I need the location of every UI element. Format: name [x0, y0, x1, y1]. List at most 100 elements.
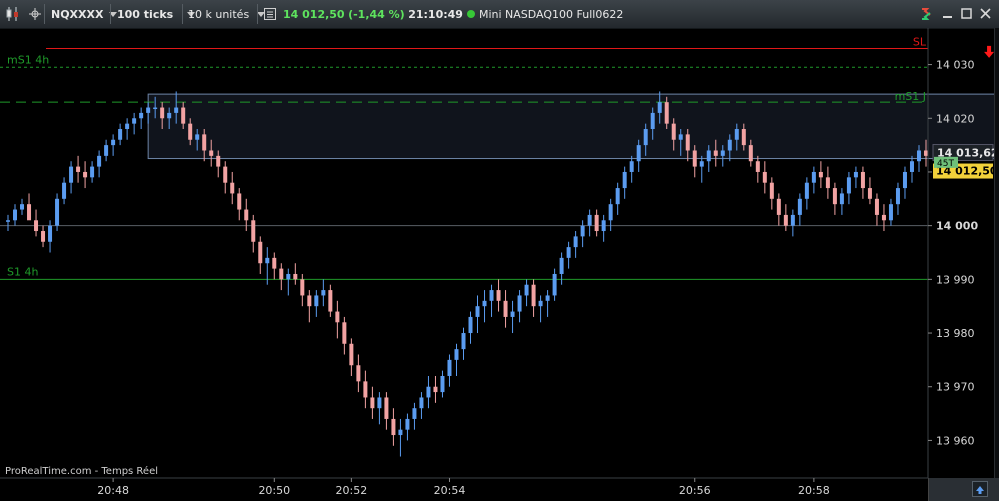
candle-body [692, 150, 697, 167]
candle-body [104, 145, 109, 156]
candle-body [328, 290, 333, 312]
trend-indicator-icon[interactable] [920, 0, 934, 28]
chart-scroll-controls [928, 478, 999, 501]
candle-body [552, 273, 557, 296]
candle-body [818, 171, 823, 178]
interval-label: 100 ticks [117, 7, 174, 21]
candle-body [587, 214, 592, 226]
symbol-selector[interactable]: NQXXXX [51, 0, 118, 28]
candle-body [447, 359, 452, 376]
candle-body [853, 171, 858, 178]
candle-body [573, 236, 578, 248]
y-tick-label: 13 980 [936, 327, 975, 340]
x-tick-label: 20:56 [679, 484, 711, 497]
candle-body [839, 193, 844, 205]
candle-body [741, 129, 746, 146]
menu-icon[interactable] [264, 0, 276, 28]
maximize-icon[interactable] [961, 8, 972, 19]
candle-body [594, 214, 599, 232]
units-selector[interactable]: 10 k unités [188, 0, 266, 28]
candlestick-icon[interactable] [5, 0, 21, 28]
candle-body [244, 209, 249, 221]
candle-body [510, 311, 515, 317]
candle-body [881, 214, 886, 221]
candle-body [678, 134, 683, 140]
candle-body [699, 161, 704, 167]
candle-body [734, 129, 739, 140]
candle-body [538, 300, 543, 307]
candle-body [776, 198, 781, 215]
minimize-icon[interactable] [942, 8, 953, 19]
candle-body [237, 193, 242, 210]
price-zone [147, 93, 999, 160]
candle-body [342, 322, 347, 344]
candle-body [531, 284, 536, 307]
candle-body [832, 188, 837, 205]
candle-body [762, 171, 767, 183]
candle-body [13, 209, 18, 221]
watermark: ProRealTime.com - Temps Réel [5, 466, 159, 477]
candle-body [608, 204, 613, 221]
candle-body [286, 273, 291, 280]
x-tick-label: 20:58 [798, 484, 830, 497]
arrow-up-icon [976, 486, 984, 494]
candle-body [209, 150, 214, 156]
candle-body [559, 257, 564, 274]
candle-body [55, 198, 60, 226]
time-axis: 20:4820:5020:5220:5420:5620:5821:0021:02… [0, 477, 972, 497]
candle-body [426, 386, 431, 398]
candle-body [34, 220, 39, 232]
close-icon[interactable] [980, 8, 991, 19]
candle-body [615, 188, 620, 205]
price-labels: 14 013,6214 012,5045T [932, 144, 999, 179]
candle-body [405, 418, 410, 430]
candle-body [685, 134, 690, 151]
settings-icon[interactable] [29, 0, 41, 28]
candle-body [846, 177, 851, 194]
down-arrow-icon [984, 45, 995, 58]
candle-body [916, 150, 921, 162]
candle-body [811, 171, 816, 183]
x-tick-label: 20:54 [434, 484, 466, 497]
y-tick-label: 14 000 [936, 220, 978, 233]
scroll-to-latest-button[interactable] [972, 481, 988, 497]
candle-body [6, 220, 10, 222]
candle-body [279, 268, 284, 280]
candle-body [924, 150, 928, 156]
price-chart[interactable]: SL mS1 4h mS1 J S1 4h 13 960 13 970 13 980 13 … [0, 28, 999, 501]
candle-body [860, 171, 865, 189]
candle-body [671, 123, 676, 140]
candle-body [216, 155, 221, 167]
candle-body [27, 204, 32, 221]
candle-body [230, 182, 235, 194]
right-scroll-strip[interactable] [994, 28, 999, 478]
candle-body [902, 171, 907, 189]
candle-body [391, 418, 396, 436]
candle-body [888, 204, 893, 221]
candle-body [160, 107, 165, 119]
candle-body [720, 150, 725, 156]
instrument-name: Mini NASDAQ100 Full0622 [478, 7, 624, 21]
candle-body [202, 134, 207, 151]
candle-body [524, 284, 529, 296]
candle-body [188, 123, 193, 140]
candle-body [874, 198, 879, 215]
quote-time: 21:10:49 [408, 7, 463, 21]
candle-body [377, 397, 382, 409]
x-tick-label: 20:52 [336, 484, 368, 497]
interval-selector[interactable]: 100 ticks [117, 0, 196, 28]
candle-body [97, 155, 102, 167]
candle-body [307, 295, 312, 307]
candle-body [223, 166, 228, 183]
candle-body [111, 139, 116, 146]
y-tick-label: 14 030 [936, 59, 975, 72]
candle-body [90, 166, 95, 178]
candle-body [195, 134, 200, 140]
candle-body [636, 145, 641, 162]
candle-body [804, 182, 809, 199]
x-tick-label: 20:48 [97, 484, 129, 497]
candle-body [139, 112, 144, 119]
zone-rect [147, 93, 999, 160]
units-label: 10 k unités [188, 7, 250, 21]
candle-body [349, 343, 354, 366]
